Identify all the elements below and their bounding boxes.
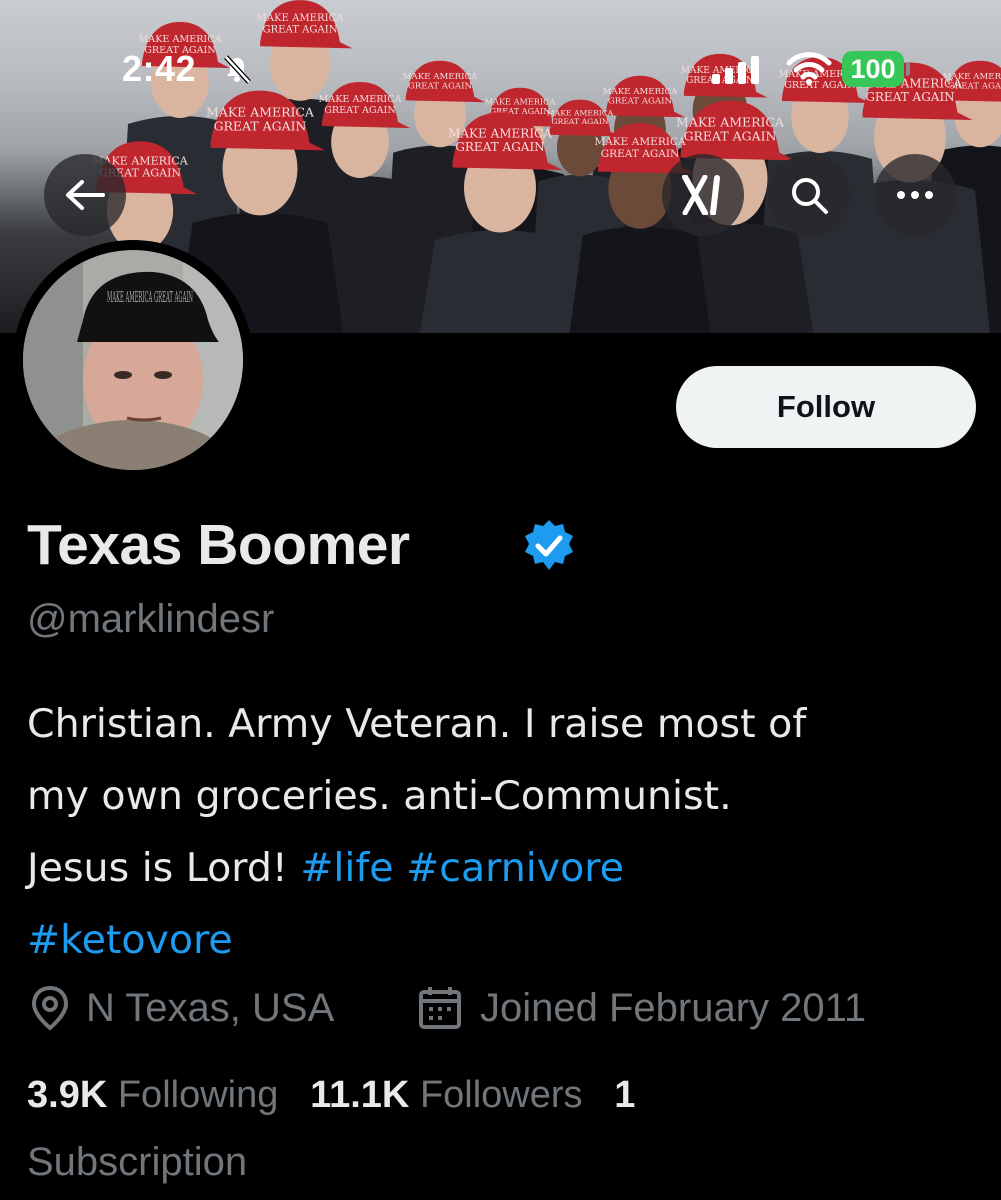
following-label: Following xyxy=(117,1074,279,1116)
joined-text: Joined February 2011 xyxy=(480,985,867,1030)
hashtag-link-carnivore[interactable]: #carnivore xyxy=(406,845,624,891)
following-link[interactable]: 3.9K Following xyxy=(27,1074,278,1116)
battery-nub xyxy=(906,62,910,76)
banner-hat-text: MAKE AMERICA xyxy=(256,13,344,24)
banner-hat-text: GREAT AGAIN xyxy=(865,90,954,104)
hashtag-link-life[interactable]: #life xyxy=(300,845,393,891)
bio-line: Jesus is Lord! #life #carnivore xyxy=(27,832,977,904)
grok-icon xyxy=(682,175,720,215)
subscriptions-link[interactable]: 1 xyxy=(614,1074,635,1116)
cellular-signal-icon xyxy=(712,56,759,84)
calendar-icon xyxy=(419,987,461,1029)
followers-count: 11.1K xyxy=(310,1074,410,1116)
silent-bell-icon xyxy=(224,55,251,84)
profile-bio: Christian. Army Veteran. I raise most of… xyxy=(27,688,977,976)
grok-button[interactable] xyxy=(662,154,744,236)
hashtag-link-ketovore[interactable]: #ketovore xyxy=(27,917,233,963)
profile-name: Texas Boomer xyxy=(27,513,410,577)
bio-line: #ketovore xyxy=(27,904,977,976)
bio-line: Christian. Army Veteran. I raise most of xyxy=(27,701,807,747)
subscription-count: 1 xyxy=(614,1074,636,1116)
search-icon xyxy=(792,178,828,214)
profile-handle: @marklindesr xyxy=(27,597,275,641)
banner-hat-text: MAKE AMERICA xyxy=(206,105,315,120)
verified-badge-icon xyxy=(525,520,573,570)
bio-line: my own groceries. anti-Communist. xyxy=(27,773,732,819)
banner-hat-text: MAKE AMERICA xyxy=(594,136,686,148)
banner-hat-text: GREAT AGAIN xyxy=(214,119,307,134)
back-arrow-icon xyxy=(66,180,105,210)
avatar-hat-text: MAKE AMERICA GREAT AGAIN xyxy=(107,288,193,306)
follow-button[interactable]: Follow xyxy=(676,366,976,448)
wifi-icon xyxy=(786,52,832,85)
more-options-button[interactable] xyxy=(874,154,956,236)
profile-counts: 3.9K Following 11.1K Followers 1 xyxy=(27,1074,635,1117)
location-text: N Texas, USA xyxy=(86,985,335,1030)
banner-hat-text: GREAT AGAIN xyxy=(551,117,608,126)
location-pin-icon xyxy=(31,985,69,1031)
subscription-label[interactable]: Subscription xyxy=(27,1140,247,1185)
following-count: 3.9K xyxy=(27,1074,108,1116)
status-bar: 2:42 100 xyxy=(0,48,1001,92)
banner-hat-text: GREAT AGAIN xyxy=(262,24,337,35)
banner-hat-text: GREAT AGAIN xyxy=(601,148,680,160)
banner-hat-text: MAKE AMERICA xyxy=(448,127,552,141)
avatar-image: MAKE AMERICA GREAT AGAIN xyxy=(23,250,243,470)
followers-label: Followers xyxy=(419,1074,583,1116)
banner-hat-text: MAKE AMERICA xyxy=(318,94,402,105)
banner-hat-text: GREAT AGAIN xyxy=(684,129,777,144)
location-info: N Texas, USA xyxy=(30,980,334,1036)
more-horizontal-icon xyxy=(897,191,933,199)
banner-hat-text: GREAT AGAIN xyxy=(455,140,544,154)
followers-link[interactable]: 11.1K Followers xyxy=(310,1074,582,1116)
profile-avatar[interactable]: MAKE AMERICA GREAT AGAIN xyxy=(13,240,253,480)
banner-hat-text: GREAT AGAIN xyxy=(324,105,395,116)
banner-hat-text: GREAT AGAIN xyxy=(608,97,673,107)
status-time: 2:42 xyxy=(122,48,197,89)
banner-hat-text: MAKE AMERICA xyxy=(676,115,785,130)
battery-indicator: 100 xyxy=(842,51,904,87)
search-button[interactable] xyxy=(768,154,850,236)
banner-hat-text: MAKE AMERICA xyxy=(138,34,222,45)
joined-info: Joined February 2011 xyxy=(416,980,866,1036)
back-button[interactable] xyxy=(44,154,126,236)
bio-text: Jesus is Lord! xyxy=(27,845,301,891)
